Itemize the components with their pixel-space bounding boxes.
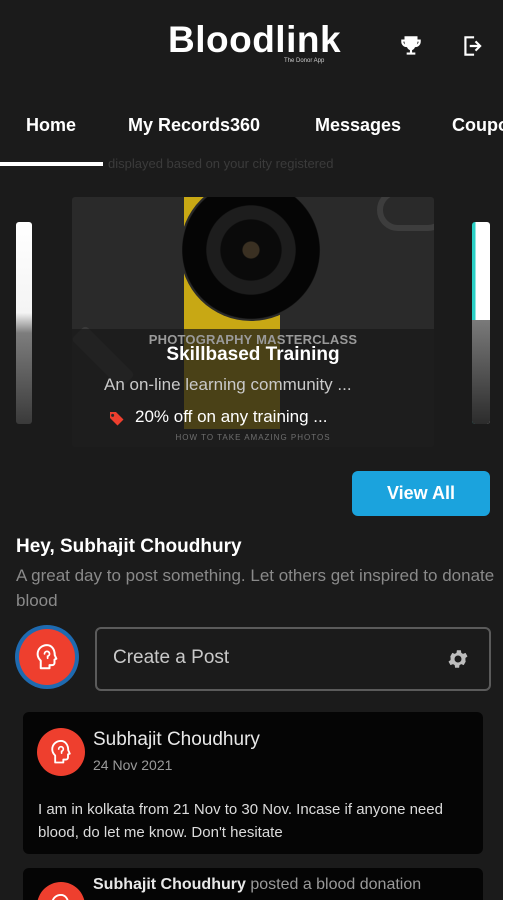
promo-card[interactable]: PHOTOGRAPHY MASTERCLASS Skillbased Train… (72, 197, 434, 447)
post-author-name[interactable]: Subhajit Choudhury (93, 729, 260, 751)
greeting-title: Hey, Subhajit Choudhury (16, 536, 242, 557)
logout-icon[interactable] (460, 33, 486, 59)
head-profile-icon (51, 739, 71, 764)
gear-icon[interactable] (446, 647, 470, 671)
greeting-subtitle: A great day to post something. Let other… (16, 566, 495, 610)
view-all-button[interactable]: View All (352, 471, 490, 516)
carousel-next-card-shade (472, 320, 490, 424)
promo-offer: 20% off on any training ... (135, 407, 328, 426)
post-activity-line: Subhajit Choudhury posted a blood donati… (93, 876, 421, 894)
post-author-name[interactable]: Subhajit Choudhury (93, 876, 246, 893)
head-profile-icon (51, 893, 69, 900)
logo-subtitle: The Donor App (284, 58, 325, 64)
logo-text: Bloodlink (168, 19, 342, 60)
app-header: Bloodlink The Donor App (0, 0, 503, 95)
post-author-avatar[interactable] (37, 728, 85, 776)
trophy-icon[interactable] (398, 33, 424, 59)
tab-coupons[interactable]: Coupo (452, 115, 503, 136)
carousel-prev-card[interactable] (16, 222, 32, 424)
camera-strap-image (377, 197, 434, 231)
post-card[interactable]: Subhajit Choudhury posted a blood donati… (23, 868, 483, 900)
promo-image-footer: HOW TO TAKE AMAZING PHOTOS (175, 433, 331, 442)
post-body: I am in kolkata from 21 Nov to 30 Nov. I… (38, 801, 443, 841)
tab-messages[interactable]: Messages (315, 115, 401, 136)
user-avatar[interactable] (19, 629, 75, 685)
promo-title: Skillbased Training (166, 344, 340, 365)
post-date: 24 Nov 2021 (93, 757, 173, 773)
price-tag-icon (108, 412, 124, 426)
app-screen: Bloodlink The Donor App Home My Records3… (0, 0, 503, 900)
screen-edge (503, 0, 508, 900)
create-post-label: Create a Post (113, 647, 230, 668)
post-author-avatar[interactable] (37, 882, 85, 900)
tab-home[interactable]: Home (26, 115, 76, 136)
promo-description: An on-line learning community ... (104, 375, 352, 394)
head-profile-icon (36, 644, 58, 670)
post-card[interactable]: Subhajit Choudhury 24 Nov 2021 I am in k… (23, 712, 483, 854)
tab-my-records360[interactable]: My Records360 (128, 115, 260, 136)
post-action-text: posted a blood donation (250, 876, 422, 893)
active-tab-indicator (0, 162, 103, 166)
carousel-hint-text: displayed based on your city registered (108, 156, 334, 171)
bloodlink-logo: Bloodlink The Donor App (168, 19, 342, 65)
create-post-field[interactable]: Create a Post (95, 627, 491, 691)
